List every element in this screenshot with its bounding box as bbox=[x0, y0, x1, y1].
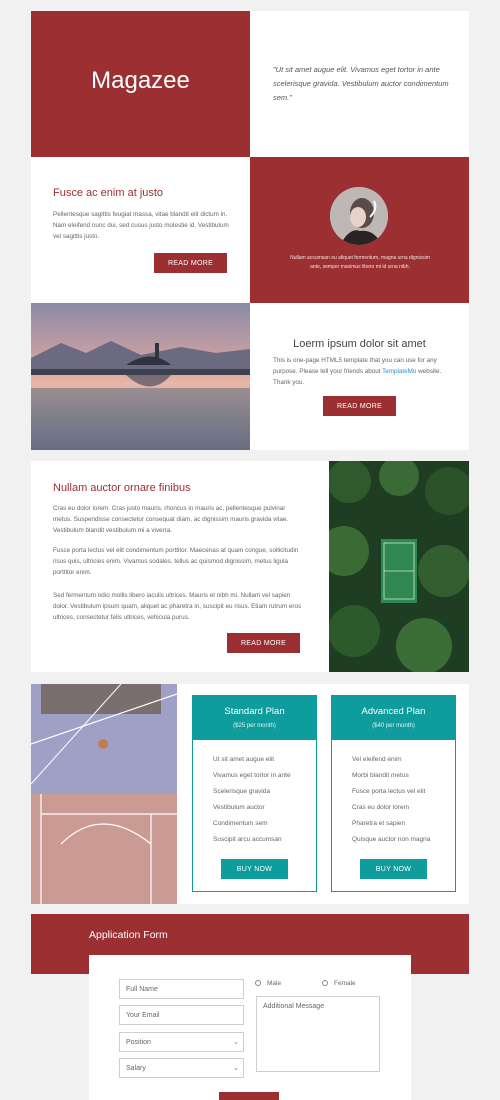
feature-text-panel: Fusce ac enim at justo Pellentesque sagi… bbox=[31, 157, 250, 303]
plan-feature: Vel eleifend enim bbox=[352, 756, 402, 763]
profile-caption: Nullam accumsan eu aliquet fermentum, ma… bbox=[290, 255, 430, 270]
intro-panel: Loerm ipsum dolor sit amet This is one-p… bbox=[250, 303, 469, 450]
buy-now-button[interactable]: BUY NOW bbox=[221, 859, 288, 879]
lake-photo bbox=[31, 303, 250, 450]
plan-feature: Morbi blandit metus bbox=[352, 772, 409, 779]
read-more-button[interactable]: READ MORE bbox=[227, 633, 300, 653]
article-paragraph-2: Fusce porta lectus vel elit condimentum … bbox=[53, 547, 299, 576]
intro-text: This is one-page HTML5 template that you… bbox=[273, 355, 448, 388]
plan-feature: Vivamus eget tortor in ante bbox=[213, 772, 291, 779]
plan-feature: Fusce porta lectus vel elit bbox=[352, 788, 426, 795]
email-input[interactable]: Your Email bbox=[119, 1005, 244, 1025]
pricing-card-standard: Standard Plan ($25 per month) Ut sit ame… bbox=[192, 695, 317, 892]
plan-price: ($25 per month) bbox=[233, 723, 276, 729]
plan-features: Ut sit amet augue elit Vivamus eget tort… bbox=[213, 752, 291, 848]
read-more-button[interactable]: READ MORE bbox=[323, 396, 396, 416]
avatar bbox=[330, 187, 388, 245]
chevron-down-icon: ⌄ bbox=[233, 1039, 239, 1046]
form-title: Application Form bbox=[89, 929, 168, 941]
salary-select[interactable]: Salary ⌄ bbox=[119, 1058, 244, 1078]
full-name-input[interactable]: Full Name bbox=[119, 979, 244, 999]
submit-button[interactable] bbox=[219, 1092, 279, 1100]
application-form: Full Name Your Email Position ⌄ Salary ⌄… bbox=[89, 955, 411, 1100]
plan-name: Advanced Plan bbox=[361, 706, 426, 717]
gender-male-radio[interactable]: Male bbox=[255, 980, 281, 987]
pricing-card-advanced: Advanced Plan ($40 per month) Vel eleife… bbox=[331, 695, 456, 892]
plan-header: Standard Plan ($25 per month) bbox=[193, 696, 316, 740]
brand-title: Magazee bbox=[91, 67, 190, 94]
article-paragraph-3: Sed fermentum odio mollis libero iaculis… bbox=[53, 592, 302, 621]
hero-quote-panel: "Ut sit amet augue elit. Vivamus eget to… bbox=[250, 11, 469, 157]
intro-title: Loerm ipsum dolor sit amet bbox=[293, 338, 426, 350]
feature-title: Fusce ac enim at justo bbox=[53, 187, 164, 199]
chevron-down-icon: ⌄ bbox=[233, 1065, 239, 1072]
buy-now-button[interactable]: BUY NOW bbox=[360, 859, 427, 879]
profile-panel: Nullam accumsan eu aliquet fermentum, ma… bbox=[250, 157, 469, 303]
basketball-court-photo bbox=[31, 684, 177, 904]
article-paragraph-1: Cras eu dolor lorem. Cras justo mauris, … bbox=[53, 505, 289, 534]
templatemo-link[interactable]: TemplateMo bbox=[382, 368, 416, 375]
position-select[interactable]: Position ⌄ bbox=[119, 1032, 244, 1052]
plan-feature: Scelerisque gravida bbox=[213, 788, 271, 795]
gender-female-radio[interactable]: Female bbox=[322, 980, 356, 987]
feature-text: Pellentesque sagittis feugiat massa, vit… bbox=[53, 211, 229, 240]
plan-price: ($40 per month) bbox=[372, 723, 415, 729]
plan-feature: Quisque auctor non magna bbox=[352, 836, 431, 843]
hero-quote: "Ut sit amet augue elit. Vivamus eget to… bbox=[273, 65, 449, 102]
plan-name: Standard Plan bbox=[224, 706, 285, 717]
article-title: Nullam auctor ornare finibus bbox=[53, 482, 191, 494]
plan-feature: Vestibulum auctor bbox=[213, 804, 265, 811]
plan-feature: Suscipit arcu accumsan bbox=[213, 836, 282, 843]
salary-select-value: Salary bbox=[126, 1064, 146, 1072]
plan-header: Advanced Plan ($40 per month) bbox=[332, 696, 455, 740]
forest-court-photo bbox=[329, 461, 469, 672]
radio-icon bbox=[255, 980, 261, 987]
plan-feature: Cras eu dolor lorem bbox=[352, 804, 410, 811]
plan-features: Vel eleifend enim Morbi blandit metus Fu… bbox=[352, 752, 430, 848]
position-select-value: Position bbox=[126, 1038, 151, 1046]
plan-feature: Pharetra et sapien bbox=[352, 820, 406, 827]
read-more-button[interactable]: READ MORE bbox=[154, 253, 227, 273]
female-label: Female bbox=[334, 980, 356, 987]
male-label: Male bbox=[267, 980, 282, 987]
radio-icon bbox=[322, 980, 328, 987]
message-textarea[interactable]: Additional Message bbox=[256, 996, 380, 1072]
plan-feature: Ut sit amet augue elit bbox=[213, 756, 275, 763]
plan-feature: Condimentum sem bbox=[213, 820, 268, 827]
article-panel: Nullam auctor ornare finibus Cras eu dol… bbox=[31, 461, 329, 672]
hero-brand-panel: Magazee bbox=[31, 11, 250, 157]
